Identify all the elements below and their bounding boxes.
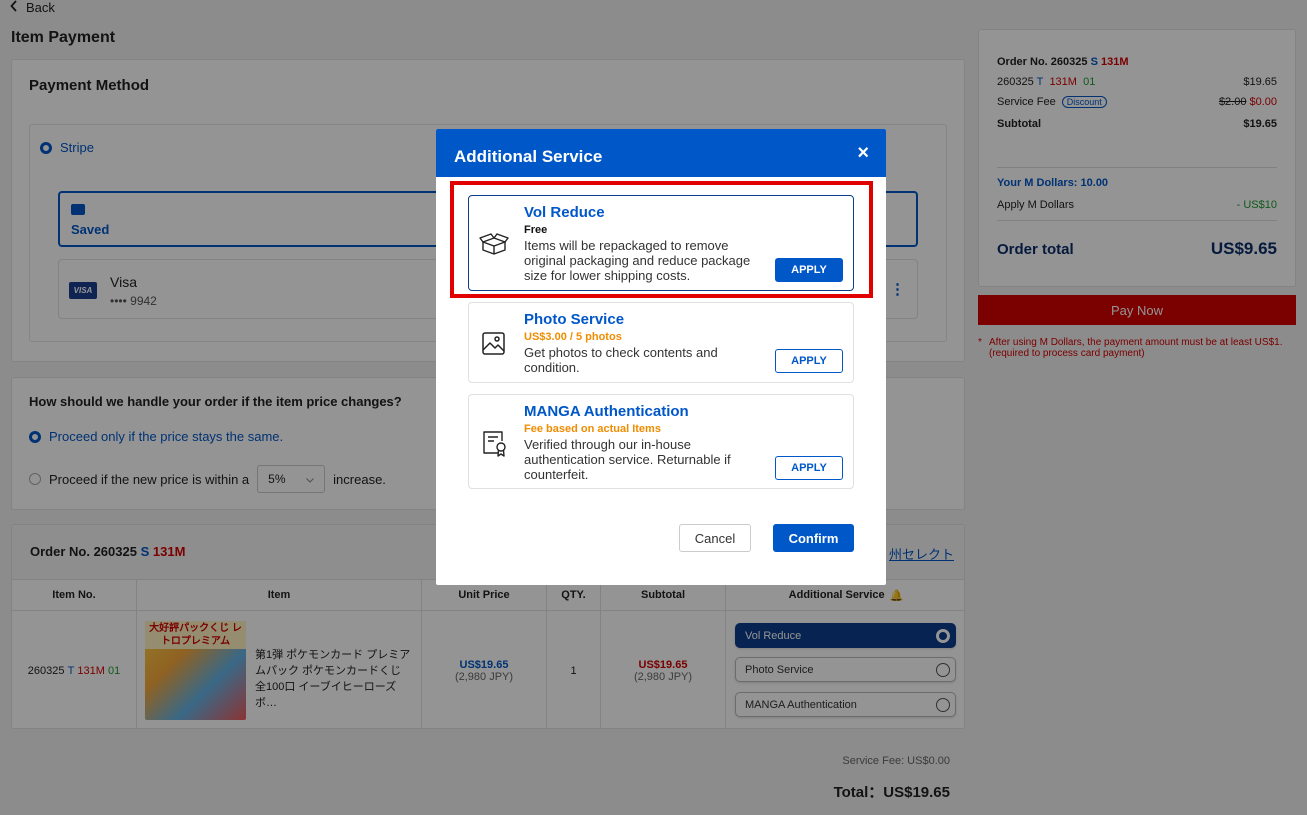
service-name: Photo Service — [524, 311, 625, 328]
highlight-box — [450, 181, 873, 298]
service-price: Fee based on actual Items — [524, 423, 661, 435]
close-icon[interactable]: × — [857, 143, 869, 163]
certificate-icon — [479, 428, 509, 458]
modal-title: Additional Service — [454, 147, 603, 166]
service-card-photo[interactable]: Photo Service US$3.00 / 5 photos Get pho… — [468, 302, 854, 383]
cancel-button[interactable]: Cancel — [679, 524, 751, 552]
apply-button-manga-auth[interactable]: APPLY — [775, 456, 843, 480]
service-card-manga-auth[interactable]: MANGA Authentication Fee based on actual… — [468, 394, 854, 489]
service-description: Get photos to check contents and conditi… — [524, 345, 718, 375]
service-price: US$3.00 / 5 photos — [524, 331, 622, 343]
additional-service-modal: Additional Service × Vol Reduce Free Ite… — [436, 129, 886, 585]
image-icon — [479, 329, 509, 359]
service-description: Verified through our in-house authentica… — [524, 437, 731, 482]
service-name: MANGA Authentication — [524, 403, 689, 420]
modal-header: Additional Service × — [436, 129, 886, 177]
confirm-button[interactable]: Confirm — [773, 524, 854, 552]
apply-button-photo[interactable]: APPLY — [775, 349, 843, 373]
